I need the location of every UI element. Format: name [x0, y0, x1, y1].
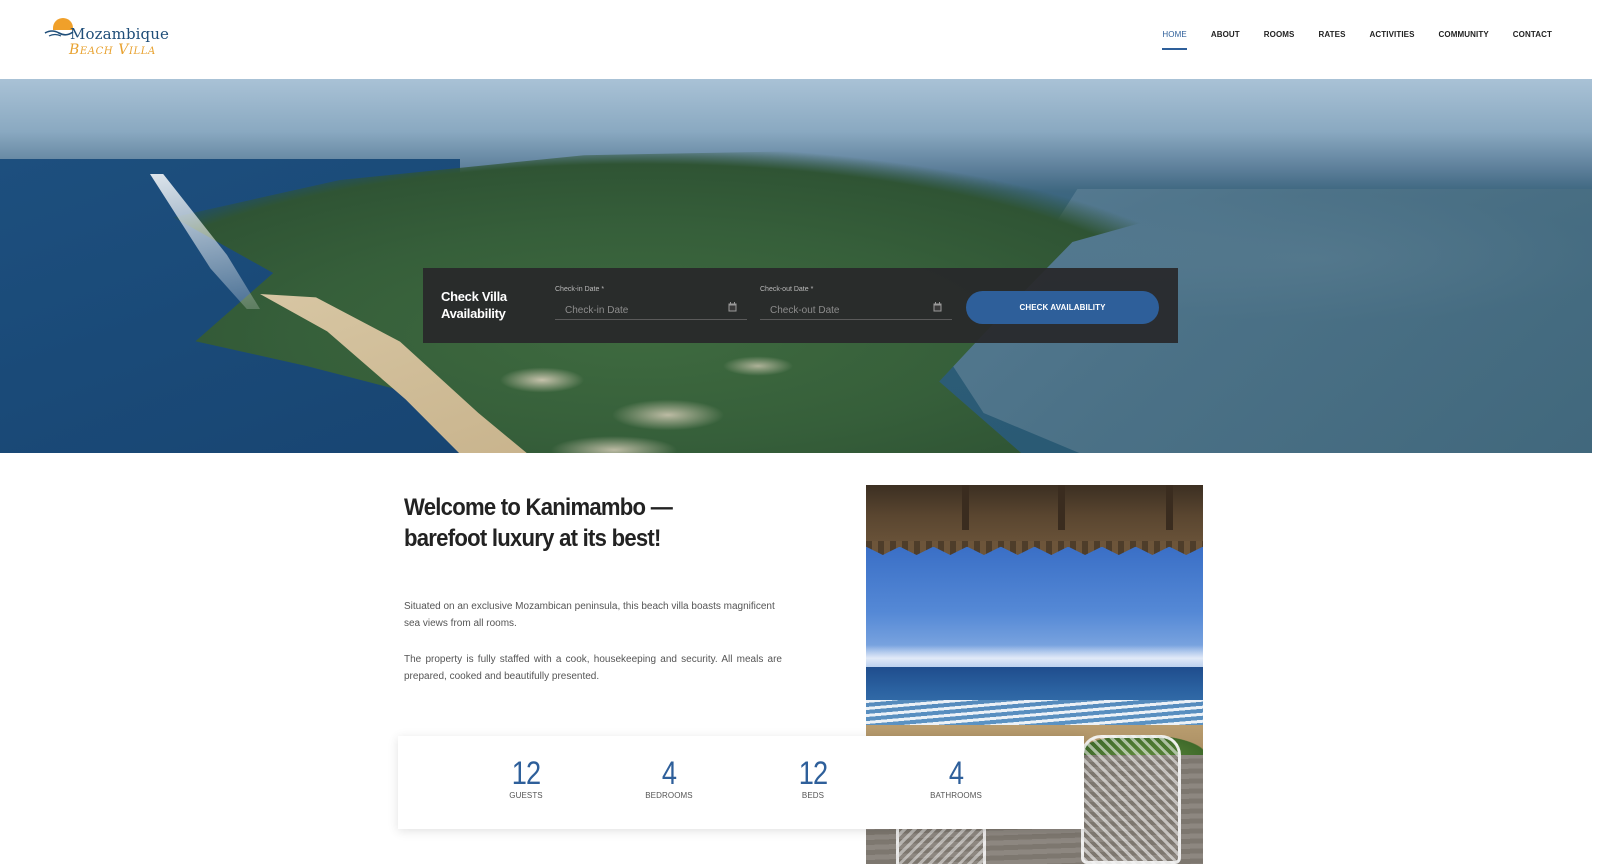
- checkin-field: Check-in Date *: [555, 286, 747, 320]
- checkin-label-text: Check-in Date: [555, 286, 600, 293]
- stat-label: BATHROOMS: [930, 791, 982, 800]
- nav-community[interactable]: COMMUNITY: [1439, 30, 1489, 45]
- clouds: [866, 645, 1203, 667]
- nav-about[interactable]: ABOUT: [1211, 30, 1240, 45]
- roof-beam: [962, 485, 969, 530]
- site-header: Mozambique Beach Villa HOME ABOUT ROOMS …: [0, 0, 1600, 79]
- nav-rooms[interactable]: ROOMS: [1264, 30, 1295, 45]
- nav-home[interactable]: HOME: [1162, 30, 1188, 50]
- stat-label: BEDROOMS: [645, 791, 693, 800]
- checkin-label: Check-in Date *: [555, 286, 747, 293]
- availability-bar: Check Villa Availability Check-in Date *…: [423, 268, 1178, 343]
- roof-beam: [1058, 485, 1065, 530]
- roof-beam: [1166, 485, 1173, 530]
- required-mark: *: [810, 286, 814, 293]
- wicker-chair: [1081, 735, 1181, 864]
- logo-text-mozambique: Mozambique: [70, 25, 169, 43]
- required-mark: *: [601, 286, 605, 293]
- intro-paragraph-1: Situated on an exclusive Mozambican peni…: [404, 601, 775, 629]
- welcome-heading: Welcome to Kanimambo — barefoot luxury a…: [404, 492, 754, 554]
- stat-value: 4: [948, 755, 964, 791]
- site-logo[interactable]: Mozambique Beach Villa: [44, 16, 174, 64]
- nav-contact[interactable]: CONTACT: [1513, 30, 1552, 45]
- calendar-icon[interactable]: [728, 302, 737, 312]
- nav-activities[interactable]: ACTIVITIES: [1370, 30, 1415, 45]
- welcome-heading-line2: barefoot luxury at its best!: [404, 525, 661, 552]
- thatched-roof: [866, 485, 1203, 547]
- stat-label: GUESTS: [509, 791, 543, 800]
- checkout-label-text: Check-out Date: [760, 286, 809, 293]
- stat-beds: 12 BEDS: [753, 756, 873, 800]
- calendar-icon[interactable]: [933, 302, 942, 312]
- stat-value: 4: [661, 755, 677, 791]
- checkout-label: Check-out Date *: [760, 286, 952, 293]
- stat-bedrooms: 4 BEDROOMS: [609, 756, 729, 800]
- logo-text-beach-villa: Beach Villa: [69, 42, 156, 58]
- stat-value: 12: [798, 755, 828, 791]
- check-availability-button[interactable]: CHECK AVAILABILITY: [966, 291, 1159, 324]
- villa-stats-card: 12 GUESTS 4 BEDROOMS 12 BEDS 4 BATHROOMS: [398, 736, 1084, 829]
- main-nav: HOME ABOUT ROOMS RATES ACTIVITIES COMMUN…: [1162, 30, 1552, 50]
- stat-value: 12: [511, 755, 541, 791]
- stat-bathrooms: 4 BATHROOMS: [896, 756, 1016, 800]
- availability-title: Check Villa Availability: [441, 289, 507, 321]
- checkout-date-input[interactable]: [760, 301, 930, 320]
- stat-label: BEDS: [801, 791, 825, 800]
- checkin-input-wrap: [555, 300, 747, 320]
- welcome-heading-line1: Welcome to Kanimambo —: [404, 494, 673, 521]
- checkout-input-wrap: [760, 300, 952, 320]
- hero-aerial-image: Check Villa Availability Check-in Date *…: [0, 79, 1592, 453]
- checkin-date-input[interactable]: [555, 301, 725, 320]
- sand-dunes: [470, 324, 830, 453]
- nav-rates[interactable]: RATES: [1319, 30, 1346, 45]
- intro-paragraph-2: The property is fully staffed with a coo…: [404, 654, 782, 682]
- stat-guests: 12 GUESTS: [466, 756, 586, 800]
- checkout-field: Check-out Date *: [760, 286, 952, 320]
